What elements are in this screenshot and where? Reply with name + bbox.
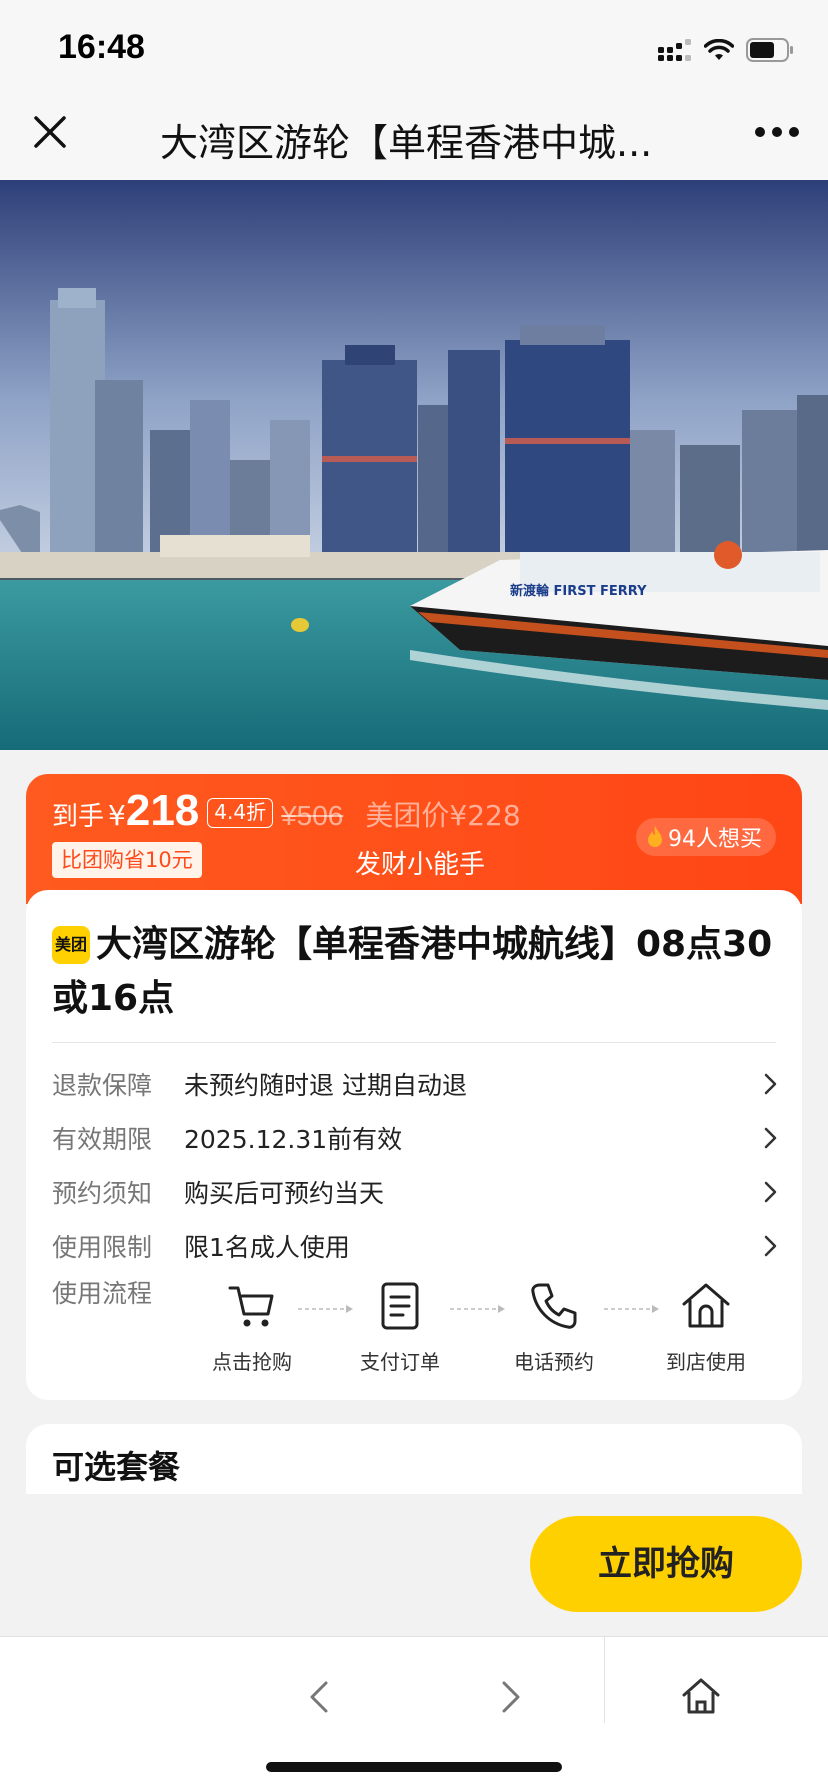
home-icon[interactable]	[680, 1675, 722, 1717]
toolbar-separator	[604, 1637, 605, 1723]
home-indicator	[266, 1762, 562, 1772]
price-banner: 到手 ¥ 218 4.4折 ¥506 美团价¥228 比团购省10元 发财小能手…	[26, 774, 802, 904]
chevron-right-icon	[764, 1235, 777, 1257]
buy-now-button[interactable]: 立即抢购	[530, 1516, 802, 1612]
flow-step-label: 支付订单	[360, 1350, 440, 1374]
chevron-right-icon	[764, 1181, 777, 1203]
nav-bar: 大湾区游轮【单程香港中城...	[0, 96, 828, 180]
info-row-refund[interactable]: 退款保障 未预约随时退 过期自动退	[52, 1064, 782, 1104]
document-icon	[381, 1282, 419, 1330]
flow-step-buy: 点击抢购	[192, 1280, 312, 1375]
status-bar: 16:48	[0, 0, 828, 96]
info-value: 购买后可预约当天	[184, 1179, 385, 1208]
want-count-badge: 94人想买	[636, 818, 776, 856]
cart-icon	[228, 1286, 274, 1327]
divider	[52, 1042, 776, 1043]
close-icon[interactable]	[30, 112, 70, 152]
final-price-label: 到手	[52, 802, 105, 832]
savings-tag: 比团购省10元	[52, 842, 202, 878]
info-label: 有效期限	[52, 1125, 153, 1154]
forward-icon[interactable]	[490, 1677, 530, 1717]
packages-card: 可选套餐	[26, 1424, 802, 1494]
packages-title: 可选套餐	[52, 1448, 181, 1486]
want-count-text: 94人想买	[668, 827, 762, 852]
info-value: 限1名成人使用	[184, 1233, 350, 1262]
page-title: 大湾区游轮【单程香港中城...	[160, 121, 653, 165]
back-icon[interactable]	[300, 1677, 340, 1717]
info-label: 退款保障	[52, 1071, 153, 1100]
discount-badge: 4.4折	[207, 798, 274, 828]
cellular-signal-icon	[658, 39, 691, 61]
ferry-name-label: 新渡輪 FIRST FERRY	[510, 583, 647, 599]
meituan-price: 美团价¥228	[365, 799, 521, 832]
wifi-icon	[704, 39, 734, 60]
currency-symbol: ¥	[108, 799, 126, 832]
flow-step-pay: 支付订单	[340, 1280, 460, 1375]
hero-image: 新渡輪 FIRST FERRY	[0, 180, 828, 750]
product-title: 大湾区游轮【单程香港中城航线】08点30或16点	[52, 924, 773, 1019]
info-label: 预约须知	[52, 1179, 153, 1208]
usage-flow-label: 使用流程	[52, 1279, 153, 1308]
battery-icon	[746, 38, 793, 62]
status-time: 16:48	[58, 28, 145, 66]
store-icon	[682, 1283, 730, 1328]
info-row-validity[interactable]: 有效期限 2025.12.31前有效	[52, 1118, 782, 1158]
phone-icon	[531, 1283, 577, 1329]
meituan-badge: 美团	[52, 926, 90, 964]
info-row-usage-limit[interactable]: 使用限制 限1名成人使用	[52, 1226, 782, 1266]
info-value: 2025.12.31前有效	[184, 1125, 403, 1154]
seller-name: 发财小能手	[354, 850, 485, 880]
info-row-booking[interactable]: 预约须知 购买后可预约当天	[52, 1172, 782, 1212]
flow-step-label: 到店使用	[666, 1350, 746, 1374]
original-price: ¥506	[281, 800, 344, 831]
more-icon[interactable]	[754, 120, 800, 144]
status-icons	[658, 36, 794, 64]
fire-icon	[648, 826, 662, 847]
chevron-right-icon	[764, 1127, 777, 1149]
final-price: 218	[125, 786, 200, 835]
info-label: 使用限制	[52, 1233, 153, 1262]
flow-step-label: 电话预约	[514, 1350, 594, 1374]
info-value: 未预约随时退 过期自动退	[184, 1071, 467, 1100]
chevron-right-icon	[764, 1073, 777, 1095]
flow-step-label: 点击抢购	[212, 1350, 292, 1374]
flow-step-call: 电话预约	[494, 1280, 614, 1375]
flow-step-visit: 到店使用	[646, 1280, 766, 1375]
product-card: 美团 大湾区游轮【单程香港中城航线】08点30或16点 退款保障 未预约随时退 过…	[26, 890, 802, 1400]
